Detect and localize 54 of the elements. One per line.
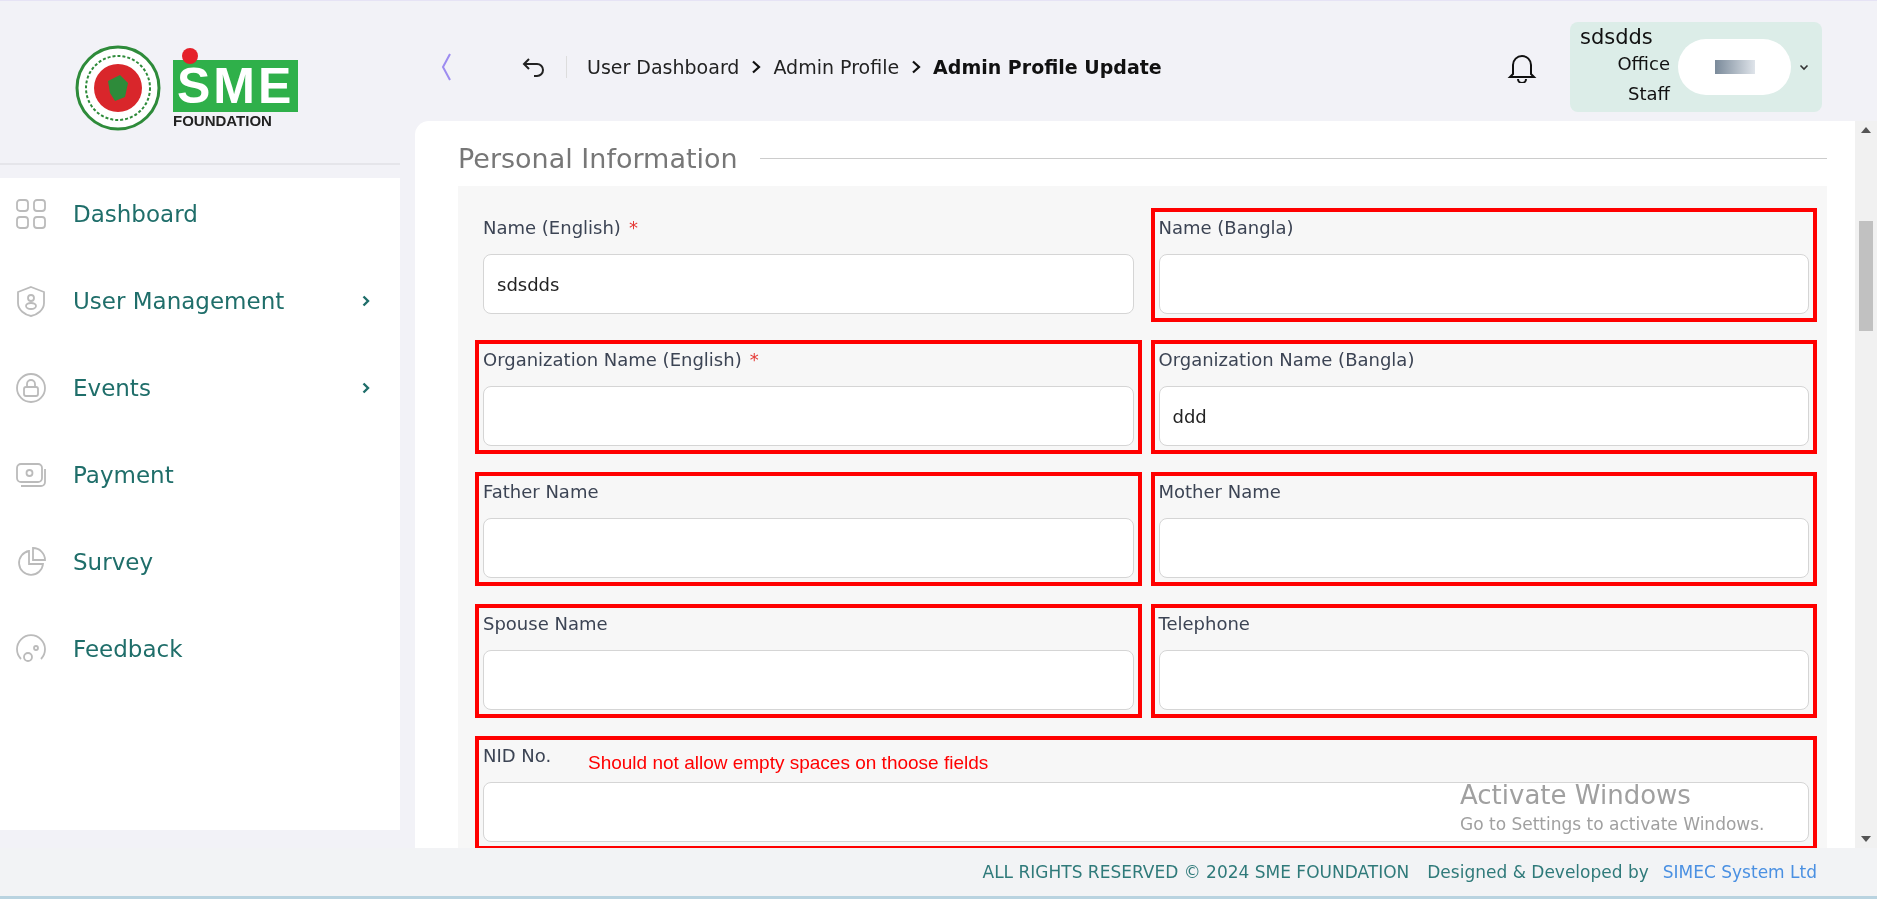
field-label: Name (Bangla) xyxy=(1158,216,1294,238)
sidebar-item[interactable]: User Management xyxy=(0,257,400,344)
scrollbar-thumb[interactable] xyxy=(1859,221,1873,331)
logo-wordmark: SME xyxy=(173,60,299,112)
back-arrow-icon[interactable] xyxy=(522,57,546,77)
credit-text: Designed & Developed by xyxy=(1427,862,1649,882)
user-menu[interactable]: sdsdds Office Staff xyxy=(1570,22,1822,112)
input-field[interactable] xyxy=(1158,518,1809,578)
breadcrumb-link[interactable]: User Dashboard xyxy=(587,56,740,78)
section-title: Personal Information xyxy=(458,143,738,174)
lock-icon xyxy=(15,371,47,404)
field-label: Spouse Name xyxy=(483,612,608,634)
sidebar-item[interactable]: Payment xyxy=(0,431,400,518)
input-field[interactable]: ddd xyxy=(1158,386,1809,446)
input-field[interactable] xyxy=(1158,650,1809,710)
sidebar-item[interactable]: Events xyxy=(0,344,400,431)
grid-icon xyxy=(15,197,47,230)
activation-subtitle: Go to Settings to activate Windows. xyxy=(1460,814,1765,834)
input-field[interactable] xyxy=(483,386,1134,446)
input-field[interactable] xyxy=(483,518,1134,578)
logo-subtext: FOUNDATION xyxy=(173,112,272,130)
field-label: Mother Name xyxy=(1158,480,1281,502)
breadcrumb-link[interactable]: Admin Profile xyxy=(773,56,900,78)
caret-down-icon xyxy=(1799,63,1809,71)
feedback-icon xyxy=(15,632,47,665)
pie-icon xyxy=(15,545,47,578)
field-label: Name (English) xyxy=(483,216,621,238)
annotation-note: Should not allow empty spaces on thoose fields xyxy=(588,752,989,774)
user-role: Office Staff xyxy=(1616,52,1670,106)
chevron-right-icon xyxy=(751,60,762,74)
field-label: NID No. xyxy=(483,744,552,766)
sidebar-item[interactable]: Dashboard xyxy=(0,170,400,257)
sidebar-item[interactable]: Feedback xyxy=(0,605,400,692)
input-field[interactable] xyxy=(483,650,1134,710)
required-mark: * xyxy=(628,216,638,238)
user-name: sdsdds xyxy=(1580,25,1653,49)
field-label: Father Name xyxy=(483,480,599,502)
chevron-right-icon xyxy=(911,60,922,74)
field-label: Organization Name (English) xyxy=(483,348,742,370)
input-field[interactable] xyxy=(1158,254,1809,314)
activation-title: Activate Windows xyxy=(1460,780,1692,810)
scrollbar[interactable] xyxy=(1855,121,1877,848)
scroll-up-icon[interactable] xyxy=(1861,127,1871,133)
copyright-text: ALL RIGHTS RESERVED © 2024 SME FOUNDATION xyxy=(982,862,1410,882)
required-mark: * xyxy=(749,348,759,370)
input-field[interactable] xyxy=(483,782,1809,842)
field-label: Telephone xyxy=(1158,612,1250,634)
logo-dot-icon xyxy=(182,48,198,64)
collapse-sidebar-icon[interactable] xyxy=(440,52,452,82)
field-label: Organization Name (Bangla) xyxy=(1158,348,1415,370)
input-field[interactable]: sdsdds xyxy=(483,254,1134,314)
sidebar-item[interactable]: Survey xyxy=(0,518,400,605)
shield-icon xyxy=(15,284,47,317)
scroll-down-icon[interactable] xyxy=(1861,836,1871,842)
